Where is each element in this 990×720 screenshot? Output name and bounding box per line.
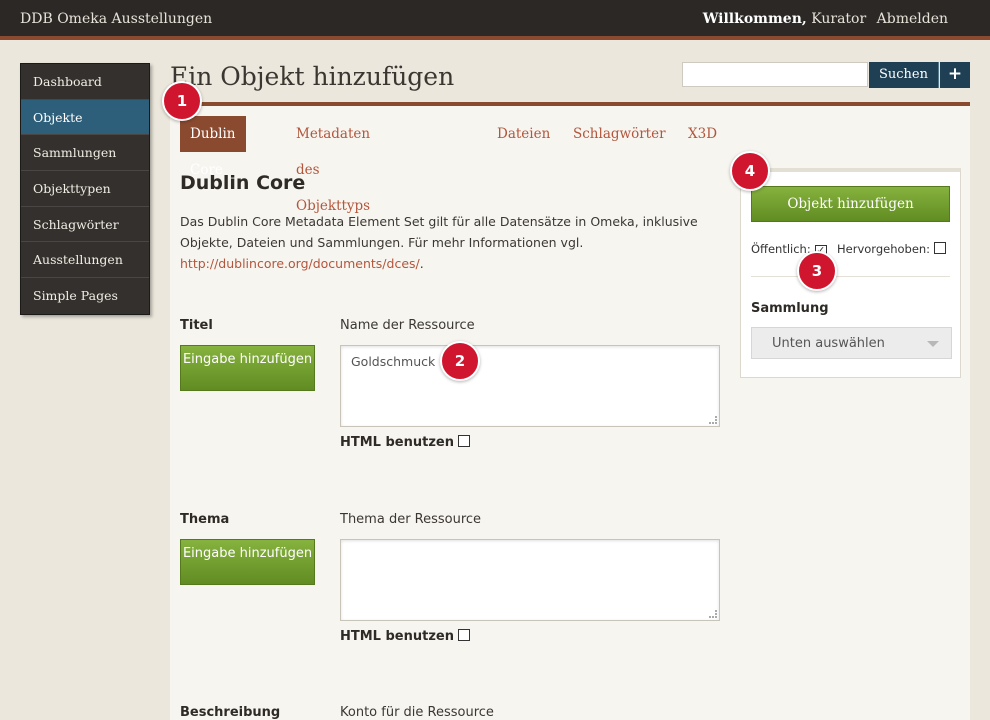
resize-grip-icon[interactable] — [709, 610, 717, 618]
tab-x3d[interactable]: X3D — [688, 116, 717, 152]
add-item-submit-button[interactable]: Objekt hinzufügen — [751, 186, 950, 222]
field-label-title: Titel — [180, 318, 213, 333]
subject-textarea[interactable] — [340, 539, 720, 621]
search-button[interactable]: Suchen — [869, 62, 939, 88]
field-description-description: Konto für die Ressource — [340, 705, 494, 720]
html-toggle-subject: HTML benutzen — [340, 629, 470, 644]
save-panel: Objekt hinzufügen Öffentlich:✓ Hervorgeh… — [740, 168, 961, 378]
callout-marker-2: 2 — [440, 341, 480, 381]
add-input-button-title[interactable]: Eingabe hinzufügen — [180, 345, 315, 391]
user-name-link[interactable]: Kurator — [811, 11, 866, 27]
html-toggle-label: HTML benutzen — [340, 435, 454, 450]
collection-select[interactable]: Unten auswählen — [751, 327, 952, 359]
site-title[interactable]: DDB Omeka Ausstellungen — [20, 11, 212, 27]
advanced-search-plus-button[interactable]: + — [940, 62, 970, 88]
sidebar-item-objekttypen[interactable]: Objekttypen — [21, 171, 149, 207]
collection-label: Sammlung — [751, 301, 829, 316]
top-bar: DDB Omeka Ausstellungen Willkommen, Kura… — [0, 0, 990, 40]
field-label-subject: Thema — [180, 512, 230, 527]
field-description-title: Name der Ressource — [340, 318, 475, 333]
field-label-description: Beschreibung — [180, 705, 281, 720]
sidebar-item-objekte[interactable]: Objekte — [21, 99, 149, 136]
main-panel: Dublin Core Metadaten des Objekttyps Dat… — [170, 102, 970, 720]
divider — [751, 276, 950, 277]
title-textarea[interactable]: Goldschmuck — [340, 345, 720, 427]
html-checkbox-subject[interactable] — [457, 629, 470, 641]
sidebar-item-schlagwoerter[interactable]: Schlagwörter — [21, 206, 149, 243]
sidebar-item-simple-pages[interactable]: Simple Pages — [21, 278, 149, 314]
sidebar-nav: Dashboard Objekte Sammlungen Objekttypen… — [20, 63, 150, 315]
dublin-core-link[interactable]: http://dublincore.org/documents/dces/ — [180, 256, 420, 271]
section-title: Dublin Core — [180, 172, 306, 194]
sidebar-item-dashboard[interactable]: Dashboard — [21, 64, 149, 100]
tab-tags[interactable]: Schlagwörter — [573, 116, 666, 152]
section-description: Das Dublin Core Metadata Element Set gil… — [180, 211, 720, 274]
sidebar-item-sammlungen[interactable]: Sammlungen — [21, 135, 149, 172]
public-label: Öffentlich: — [751, 242, 811, 256]
resize-grip-icon[interactable] — [709, 416, 717, 424]
search-input[interactable] — [682, 62, 868, 87]
html-toggle-title: HTML benutzen — [340, 435, 470, 450]
logout-link[interactable]: Abmelden — [877, 11, 948, 27]
welcome-text: Willkommen, — [702, 11, 807, 27]
tab-files[interactable]: Dateien — [497, 116, 550, 152]
title-textarea-value: Goldschmuck — [351, 354, 436, 369]
field-description-subject: Thema der Ressource — [340, 512, 482, 527]
featured-toggle: Hervorgehoben: — [837, 242, 947, 256]
html-toggle-label: HTML benutzen — [340, 629, 454, 644]
user-area: Willkommen, Kurator Abmelden — [703, 11, 948, 27]
callout-marker-1: 1 — [162, 81, 202, 121]
chevron-down-icon — [927, 341, 939, 347]
featured-checkbox[interactable] — [934, 242, 947, 254]
featured-label: Hervorgehoben: — [837, 242, 931, 256]
add-input-button-subject[interactable]: Eingabe hinzufügen — [180, 539, 315, 585]
callout-marker-3: 3 — [797, 251, 837, 291]
collection-select-value: Unten auswählen — [772, 336, 885, 351]
page-title: Ein Objekt hinzufügen — [170, 62, 455, 91]
sidebar-item-ausstellungen[interactable]: Ausstellungen — [21, 242, 149, 279]
tab-dublin-core[interactable]: Dublin Core — [180, 116, 246, 178]
html-checkbox-title[interactable] — [457, 435, 470, 447]
callout-marker-4: 4 — [730, 151, 770, 191]
tab-item-type-metadata[interactable]: Metadaten des Objekttyps — [296, 116, 370, 214]
section-description-end: . — [419, 256, 424, 271]
section-description-text: Das Dublin Core Metadata Element Set gil… — [180, 214, 698, 250]
